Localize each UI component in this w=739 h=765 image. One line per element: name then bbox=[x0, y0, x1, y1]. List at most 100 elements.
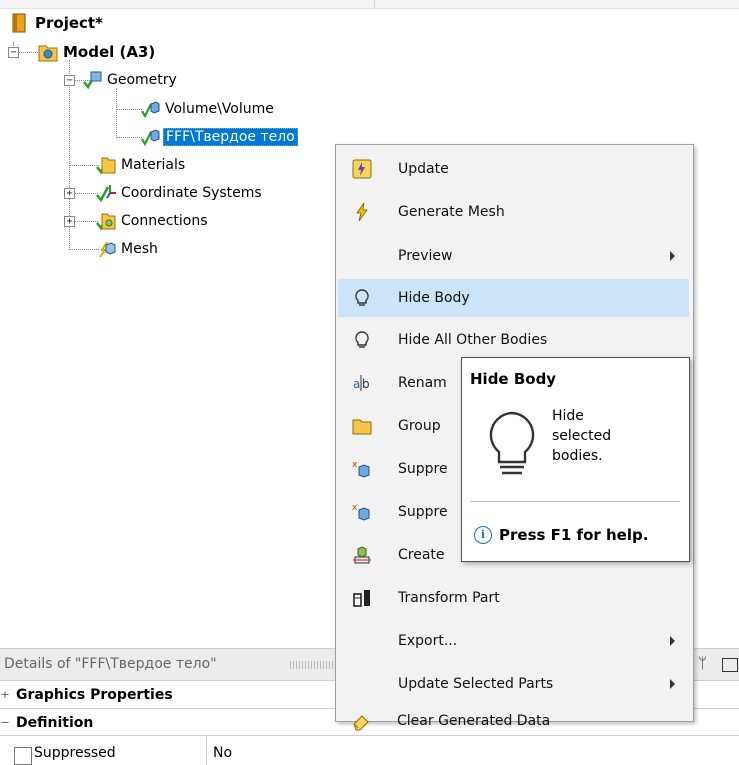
tree-node-connections[interactable]: Connections bbox=[96, 210, 210, 232]
update-icon bbox=[352, 159, 372, 179]
tree-connector bbox=[74, 221, 98, 222]
bulb-icon bbox=[352, 288, 372, 308]
eraser-icon bbox=[351, 711, 371, 731]
tree-node-body-fff[interactable]: FFF\Твердое тело bbox=[140, 126, 298, 148]
tree-node-body-volume[interactable]: Volume\Volume bbox=[140, 98, 276, 120]
column-divider bbox=[206, 736, 207, 765]
menu-item-hide-body[interactable]: Hide Body bbox=[338, 279, 689, 317]
checkbox[interactable] bbox=[14, 747, 32, 765]
tree-label: Mesh bbox=[121, 241, 158, 257]
submenu-arrow-icon bbox=[670, 679, 675, 689]
menu-item-label: Suppre bbox=[398, 504, 448, 520]
svg-text:x: x bbox=[352, 460, 358, 470]
menu-item-label: Suppre bbox=[398, 461, 448, 477]
svg-text:a: a bbox=[353, 377, 360, 391]
tree-label-selected: FFF\Твердое тело bbox=[163, 128, 298, 146]
menu-item-label: Export... bbox=[398, 633, 458, 649]
coordinate-systems-icon bbox=[96, 183, 116, 203]
collapse-icon[interactable]: − bbox=[0, 716, 10, 729]
tree-node-model[interactable]: Model (A3) bbox=[38, 41, 157, 63]
tree-connector bbox=[116, 88, 117, 138]
tree-label: Project* bbox=[35, 14, 103, 32]
project-icon bbox=[10, 13, 30, 33]
expand-connections-button[interactable]: + bbox=[64, 216, 75, 227]
tree-connector bbox=[74, 193, 98, 194]
tooltip-line: selected bbox=[552, 428, 612, 444]
group-label: Definition bbox=[16, 714, 94, 731]
rename-icon: ab bbox=[352, 373, 372, 393]
suppress-icon: x bbox=[352, 502, 372, 522]
menu-item-label: Preview bbox=[398, 248, 453, 264]
menu-item-transform-part[interactable]: Transform Part bbox=[338, 579, 689, 617]
expand-icon[interactable]: + bbox=[0, 688, 10, 701]
menu-item-update-selected-parts[interactable]: Update Selected Parts bbox=[338, 665, 689, 703]
tooltip-line: Hide bbox=[552, 408, 584, 424]
folder-icon bbox=[352, 416, 372, 436]
expand-coordinate-systems-button[interactable]: + bbox=[64, 188, 75, 199]
tree-node-project[interactable]: Project* bbox=[10, 12, 105, 34]
menu-item-label: Update bbox=[398, 161, 449, 177]
suppress-icon: x bbox=[352, 459, 372, 479]
model-icon bbox=[38, 42, 58, 62]
menu-item-update[interactable]: Update bbox=[338, 150, 689, 188]
details-title: Details of "FFF\Твердое тело" bbox=[4, 656, 217, 672]
menu-item-hide-all-other-bodies[interactable]: Hide All Other Bodies bbox=[338, 321, 689, 359]
submenu-arrow-icon bbox=[670, 636, 675, 646]
tree-connector bbox=[18, 52, 38, 53]
tree-label: Volume\Volume bbox=[165, 101, 274, 117]
tree-node-mesh[interactable]: Mesh bbox=[96, 238, 160, 260]
mesh-icon bbox=[96, 239, 116, 259]
lightning-icon bbox=[352, 202, 372, 222]
check-geometry-icon bbox=[82, 70, 102, 90]
maximize-icon[interactable] bbox=[722, 658, 738, 672]
tree-label: Geometry bbox=[107, 72, 177, 88]
menu-item-label: Clear Generated Data bbox=[397, 713, 551, 729]
svg-text:x: x bbox=[352, 503, 358, 513]
tree-node-coordinate-systems[interactable]: Coordinate Systems bbox=[96, 182, 264, 204]
tooltip-description: Hide selected bodies. bbox=[552, 406, 672, 466]
property-key: Suppressed bbox=[34, 745, 116, 761]
tree-connector bbox=[116, 109, 142, 110]
divider bbox=[470, 501, 680, 502]
group-label: Graphics Properties bbox=[16, 686, 173, 703]
svg-text:b: b bbox=[362, 377, 370, 391]
collapse-geometry-button[interactable]: − bbox=[64, 75, 75, 86]
named-selection-icon bbox=[352, 545, 372, 565]
bulb-icon bbox=[352, 330, 372, 350]
toolbar-segment bbox=[0, 0, 375, 8]
menu-item-label: Update Selected Parts bbox=[398, 676, 554, 692]
menu-item-label: Hide Body bbox=[398, 290, 470, 306]
menu-item-export[interactable]: Export... bbox=[338, 622, 689, 660]
tree-connector bbox=[116, 137, 142, 138]
menu-item-label: Transform Part bbox=[398, 590, 500, 606]
menu-item-preview[interactable]: Preview bbox=[338, 237, 689, 275]
tree-connector bbox=[69, 249, 99, 250]
tree-label: Model (A3) bbox=[63, 43, 156, 61]
tooltip-help: i Press F1 for help. bbox=[474, 526, 648, 544]
bulb-icon bbox=[484, 410, 540, 484]
menu-item-clear-generated-data[interactable]: Clear Generated Data bbox=[337, 702, 688, 740]
tooltip-title: Hide Body bbox=[470, 370, 557, 388]
tree-label: Connections bbox=[121, 213, 208, 229]
drag-grip[interactable] bbox=[290, 661, 338, 669]
tree-label: Materials bbox=[121, 157, 186, 173]
tree-node-geometry[interactable]: Geometry bbox=[82, 69, 179, 91]
help-text: Press F1 for help. bbox=[499, 526, 649, 544]
pin-icon[interactable]: ᛘ bbox=[698, 654, 707, 672]
body-icon bbox=[140, 99, 160, 119]
submenu-arrow-icon bbox=[670, 251, 675, 261]
tree-label: Coordinate Systems bbox=[121, 185, 262, 201]
menu-item-label: Renam bbox=[398, 375, 447, 391]
tree-node-materials[interactable]: Materials bbox=[96, 154, 187, 176]
transform-icon bbox=[352, 588, 372, 608]
collapse-model-button[interactable]: − bbox=[8, 47, 19, 58]
tooltip-line: bodies. bbox=[552, 448, 603, 464]
tooltip-hide-body: Hide Body Hide selected bodies. i Press … bbox=[461, 357, 690, 562]
menu-item-label: Generate Mesh bbox=[398, 204, 505, 220]
connections-icon bbox=[96, 211, 116, 231]
info-icon: i bbox=[474, 526, 492, 544]
property-value[interactable]: No bbox=[213, 745, 232, 761]
body-icon bbox=[140, 127, 160, 147]
menu-item-generate-mesh[interactable]: Generate Mesh bbox=[338, 193, 689, 231]
materials-icon bbox=[96, 155, 116, 175]
